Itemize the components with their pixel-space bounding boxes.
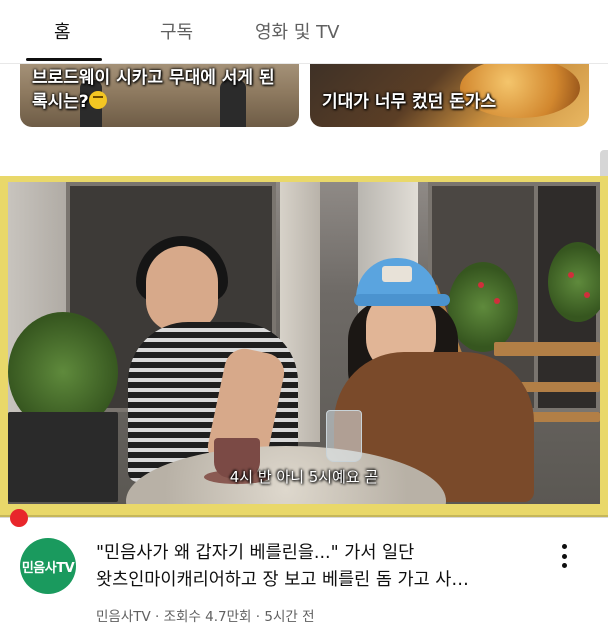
scene-plants	[548, 242, 600, 322]
video-metadata: 민음사TV · 조회수 4.7만회 · 5시간 전	[96, 609, 315, 625]
scene-glass	[326, 410, 362, 462]
active-tab-indicator	[26, 58, 102, 61]
tab-home[interactable]: 홈	[54, 18, 71, 44]
more-vert-icon	[561, 544, 567, 549]
video-thumbnail-scene: 4시 반 아니 5시예요 곧	[8, 182, 600, 504]
video-progress-bar[interactable]	[0, 515, 608, 518]
short-caption-line: 록시는?	[32, 92, 89, 112]
scene-flower	[494, 298, 500, 304]
scene-flower	[584, 292, 590, 298]
more-options-button[interactable]	[552, 540, 576, 572]
video-player[interactable]: 4시 반 아니 5시예요 곧	[0, 176, 608, 517]
short-card-caption: 브로드웨이 시카고 무대에 서게 된 록시는?	[32, 66, 275, 114]
short-card-caption: 기대가 너무 컸던 돈가스	[322, 92, 497, 112]
person-right-cap-brim	[354, 294, 450, 306]
more-vert-icon	[561, 553, 567, 559]
scene-bench	[494, 342, 600, 356]
channel-avatar[interactable]: 민음사TV	[20, 538, 76, 594]
tab-movies-tv[interactable]: 영화 및 TV	[255, 18, 339, 44]
scene-flower	[568, 272, 574, 278]
scene-planter	[8, 412, 118, 502]
scene-plants	[448, 262, 518, 352]
video-title[interactable]: "민음사가 왜 갑자기 베를린을..." 가서 일단 왓츠인마이캐리어하고 장 …	[96, 540, 536, 594]
scene-flower	[478, 282, 484, 288]
tab-subscriptions[interactable]: 구독	[160, 18, 193, 44]
cap-patch	[382, 266, 412, 282]
short-caption-line: 브로드웨이 시카고 무대에 서게 된	[32, 68, 275, 88]
person-left-head	[146, 246, 218, 332]
video-subtitle: 4시 반 아니 5시예요 곧	[229, 468, 379, 486]
progress-scrubber-handle[interactable]	[10, 509, 28, 527]
more-vert-icon	[561, 563, 567, 568]
thinking-face-icon	[88, 91, 107, 109]
top-tab-bar: 홈 구독 영화 및 TV	[0, 0, 608, 64]
